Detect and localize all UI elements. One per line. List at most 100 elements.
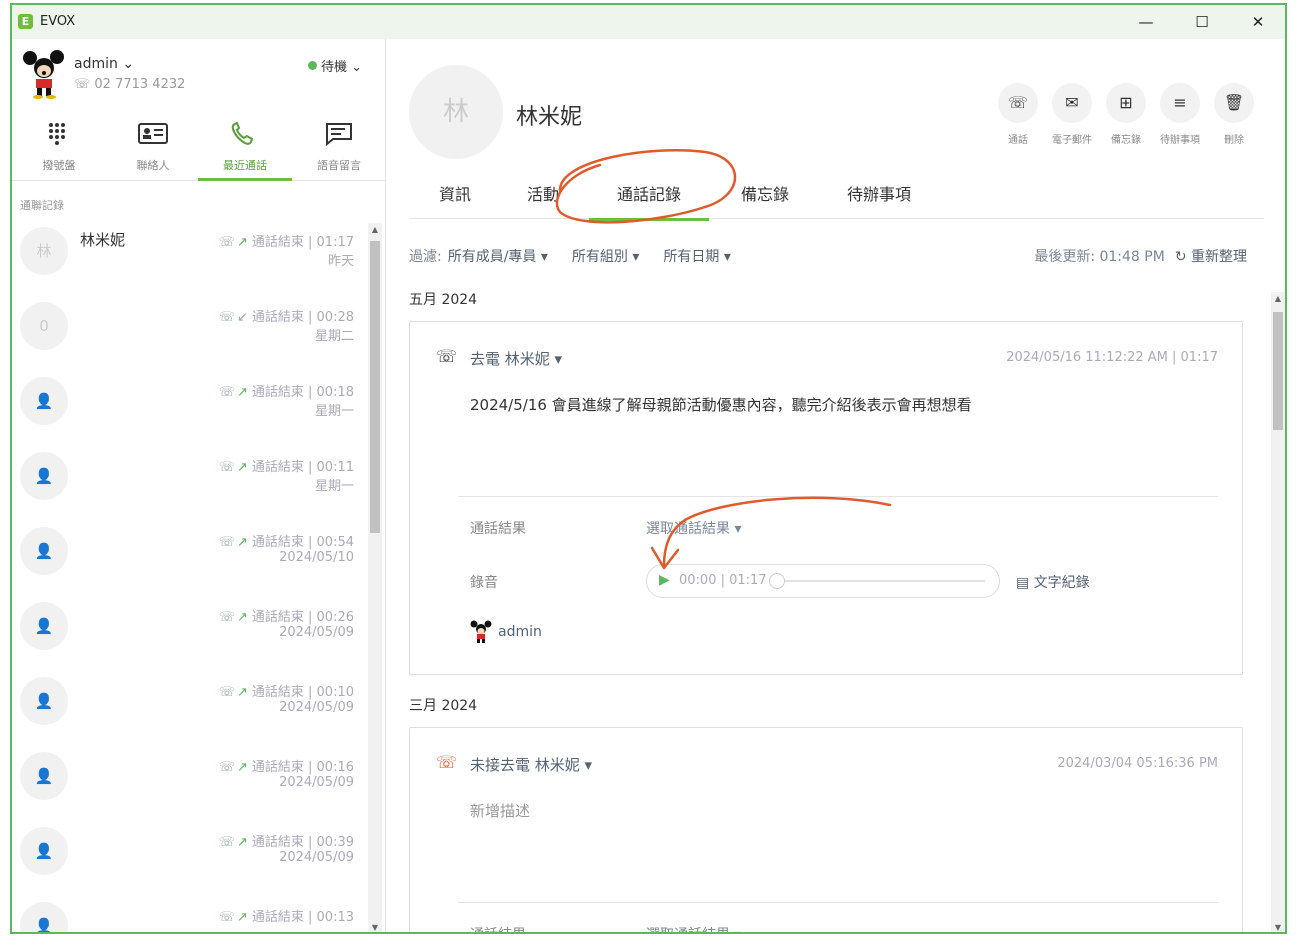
phone-icon: ☏: [998, 83, 1038, 123]
missed-call-icon: ☏: [436, 753, 458, 773]
outgoing-arrow-icon: ↗: [236, 685, 248, 700]
call-row[interactable]: 👤 ☏ ↗ 通話結束 | 00:16 2024/05/09: [12, 742, 368, 817]
recording-label: 錄音: [470, 575, 498, 591]
date-filter-dropdown[interactable]: 所有日期 ▾: [663, 249, 730, 265]
tab-info[interactable]: 資訊: [439, 181, 471, 205]
month-heading: 五月 2024: [409, 292, 478, 308]
status-dot-icon: [308, 61, 317, 70]
nav-recent-calls[interactable]: 最近通話: [198, 113, 292, 181]
app-window: E EVOX — ☐ ✕ admin ⌄ ☏ 02 7713 4232 待機 ⌄: [10, 3, 1287, 934]
call-row[interactable]: 👤 ☏ ↗ 通話結束 | 00:54 2024/05/10: [12, 517, 368, 592]
divider: [458, 902, 1218, 903]
call-row[interactable]: 👤 ☏ ↗ 通話結束 | 00:11 星期一: [12, 442, 368, 517]
call-time: 2024/05/09: [279, 850, 354, 865]
email-action-button[interactable]: ✉ 電子郵件: [1047, 83, 1097, 146]
call-log-entry: ☏ 未接去電 林米妮 ▾ 2024/03/04 05:16:36 PM 新增描述…: [409, 727, 1243, 932]
call-row[interactable]: 林 林米妮 ☏ ↗ 通話結束 | 01:17 昨天: [12, 217, 368, 292]
phone-icon: ☏: [218, 235, 235, 250]
result-label: 通話結果: [470, 521, 526, 537]
scroll-down-icon[interactable]: ▼: [368, 923, 382, 932]
nav-contacts[interactable]: 聯絡人: [106, 113, 200, 181]
tab-todo[interactable]: 待辦事項: [847, 181, 911, 205]
result-dropdown[interactable]: 選取通話結果 ▾: [646, 924, 741, 932]
call-row[interactable]: 👤 ☏ ↗ 通話結束 | 00:26 2024/05/09: [12, 592, 368, 667]
nav-voicemail[interactable]: 語音留言: [292, 113, 386, 181]
outgoing-arrow-icon: ↗: [236, 760, 248, 775]
phone-icon: ☏: [218, 310, 235, 325]
person-icon: 👤: [20, 677, 68, 725]
todo-action-button[interactable]: ≡ 待辦事項: [1155, 83, 1205, 146]
tab-memo[interactable]: 備忘錄: [741, 181, 789, 205]
call-status: 通話結束 | 00:10: [251, 685, 354, 700]
call-row[interactable]: 👤 ☏ ↗ 通話結束 | 00:13: [12, 892, 368, 932]
tab-call-log[interactable]: 通話記錄: [588, 181, 710, 221]
entry-timestamp: 2024/05/16 11:12:22 AM | 01:17: [1006, 350, 1218, 365]
entry-title-dropdown[interactable]: 未接去電 林米妮 ▾: [470, 754, 592, 775]
nav-tabs: 撥號盤 聯絡人 最近通話 語音留言: [12, 113, 386, 181]
call-status: 通話結束 | 00:39: [251, 835, 354, 850]
entry-description[interactable]: 2024/5/16 會員進線了解母親節活動優惠內容，聽完介紹後表示會再想想看: [470, 394, 972, 415]
refresh-button[interactable]: ↻ 重新整理: [1175, 249, 1247, 265]
audio-progress-track[interactable]: [785, 580, 985, 582]
result-label: 通話結果: [470, 924, 526, 932]
person-icon: 👤: [20, 827, 68, 875]
phone-icon: ☏: [218, 685, 235, 700]
last-updated: 最後更新: 01:48 PM ↻ 重新整理: [1034, 249, 1247, 265]
contact-detail-panel: 林 林米妮 ☏ 通話 ✉ 電子郵件 ⊞ 備忘錄 ≡ 待辦事項 🗑 刪除 資訊 活…: [387, 39, 1285, 932]
feed-scrollbar[interactable]: ▲ ▼: [1271, 292, 1285, 932]
person-icon: 👤: [20, 527, 68, 575]
result-dropdown[interactable]: 選取通話結果 ▾: [646, 518, 741, 538]
contact-tabs: 資訊 活動 通話記錄 備忘錄 待辦事項: [409, 169, 1264, 221]
call-status: 通話結束 | 00:26: [251, 610, 354, 625]
status-dropdown[interactable]: 待機 ⌄: [308, 56, 362, 75]
maximize-button[interactable]: ☐: [1182, 10, 1222, 34]
call-row[interactable]: 👤 ☏ ↗ 通話結束 | 00:39 2024/05/09: [12, 817, 368, 892]
play-button[interactable]: ▶: [659, 572, 670, 588]
phone-icon: ☏: [218, 910, 235, 925]
entry-title-dropdown[interactable]: 去電 林米妮 ▾: [470, 348, 562, 369]
scrollbar-thumb[interactable]: [370, 241, 380, 533]
memo-action-button[interactable]: ⊞ 備忘錄: [1101, 83, 1151, 146]
app-title: EVOX: [40, 14, 76, 29]
close-button[interactable]: ✕: [1238, 10, 1278, 34]
member-filter-dropdown[interactable]: 所有成員/專員 ▾: [448, 249, 548, 265]
nav-dialpad[interactable]: 撥號盤: [12, 113, 106, 181]
filter-label: 過濾:: [409, 249, 442, 265]
entry-timestamp: 2024/03/04 05:16:36 PM: [1057, 756, 1218, 771]
call-action-button[interactable]: ☏ 通話: [993, 83, 1043, 146]
transcript-button[interactable]: ▤ 文字紀錄: [1016, 572, 1090, 592]
outgoing-arrow-icon: ↗: [236, 535, 248, 550]
delete-action-button[interactable]: 🗑 刪除: [1209, 83, 1259, 146]
scroll-up-icon[interactable]: ▲: [1271, 294, 1285, 303]
section-title: 通聯記錄: [20, 199, 64, 212]
call-row[interactable]: 👤 ☏ ↗ 通話結束 | 00:18 星期一: [12, 367, 368, 442]
entry-owner: admin: [470, 620, 542, 644]
contact-avatar: 林: [409, 65, 503, 159]
call-status: 通話結束 | 00:13: [251, 910, 354, 925]
scroll-up-icon[interactable]: ▲: [368, 225, 382, 234]
outgoing-arrow-icon: ↗: [236, 460, 248, 475]
audio-progress-knob[interactable]: [769, 573, 785, 589]
user-avatar[interactable]: [22, 49, 66, 99]
chevron-down-icon: ⌄: [122, 56, 135, 72]
user-name[interactable]: admin ⌄: [74, 56, 134, 72]
person-icon: 👤: [20, 602, 68, 650]
scrollbar-thumb[interactable]: [1273, 312, 1283, 430]
call-row[interactable]: 0 ☏ ↙ 通話結束 | 00:28 星期二: [12, 292, 368, 367]
call-row[interactable]: 👤 ☏ ↗ 通話結束 | 00:10 2024/05/09: [12, 667, 368, 742]
tab-activity[interactable]: 活動: [527, 181, 559, 205]
call-list-scrollbar[interactable]: ▲ ▼: [368, 223, 382, 932]
phone-icon: ☏: [218, 460, 235, 475]
phone-icon: ☏: [218, 385, 235, 400]
call-log-feed: 五月 2024 ☏ 去電 林米妮 ▾ 2024/05/16 11:12:22 A…: [387, 281, 1265, 932]
audio-player: ▶ 00:00 | 01:17: [646, 564, 1000, 598]
minimize-button[interactable]: —: [1126, 10, 1166, 34]
group-filter-dropdown[interactable]: 所有組別 ▾: [572, 249, 639, 265]
mail-icon: ✉: [1052, 83, 1092, 123]
call-status: 通話結束 | 00:28: [251, 310, 354, 325]
entry-description-placeholder[interactable]: 新增描述: [470, 800, 530, 821]
person-icon: 👤: [20, 452, 68, 500]
scroll-down-icon[interactable]: ▼: [1271, 923, 1285, 932]
call-time: 星期二: [314, 329, 354, 344]
call-time: 2024/05/09: [279, 625, 354, 640]
